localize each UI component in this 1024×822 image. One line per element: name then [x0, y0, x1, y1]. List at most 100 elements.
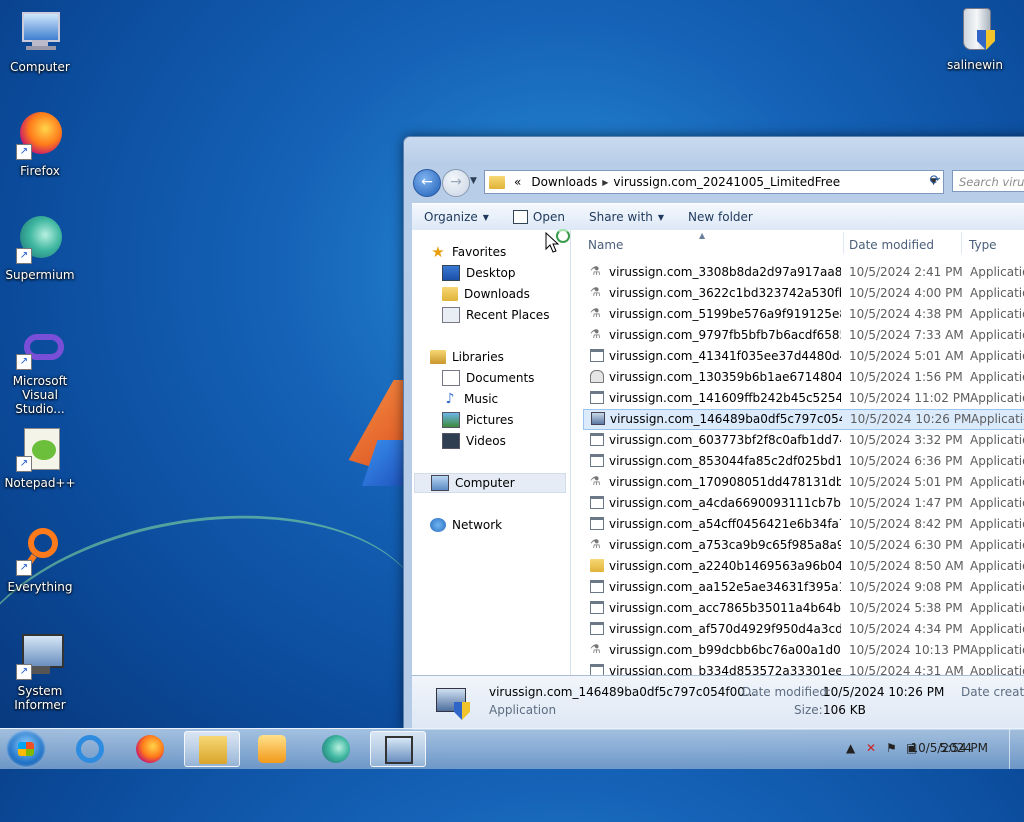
nav-computer[interactable]: Computer: [414, 473, 566, 493]
address-bar[interactable]: « Downloads ▶ virussign.com_20241005_Lim…: [484, 170, 944, 194]
refresh-button[interactable]: ⟳: [924, 170, 946, 192]
app-file-icon: [590, 454, 604, 467]
nav-libraries[interactable]: Libraries: [430, 347, 504, 367]
file-row-selected[interactable]: virussign.com_146489ba0df5c797c054f00...…: [583, 409, 1024, 430]
new-folder-label: New folder: [688, 210, 753, 224]
file-row[interactable]: virussign.com_9797fb5bfb7b6acdf65855a...…: [571, 325, 1024, 346]
file-row[interactable]: virussign.com_a2240b1469563a96b0435d... 1…: [571, 556, 1024, 577]
taskbar-windows-explorer[interactable]: [184, 731, 240, 767]
file-row[interactable]: virussign.com_af570d4929f950d4a3cd526...…: [571, 619, 1024, 640]
file-row[interactable]: virussign.com_3622c1bd323742a530fb1c... 1…: [571, 283, 1024, 304]
gear-file-icon: [590, 286, 604, 299]
app-file-icon: [590, 349, 604, 362]
clock-date[interactable]: 10/5/2024: [910, 741, 972, 755]
file-type: Application: [971, 412, 1024, 426]
desktop-icon-system-informer[interactable]: ↗ System Informer: [2, 632, 78, 712]
file-row[interactable]: virussign.com_a54cff0456421e6b34fa775...…: [571, 514, 1024, 535]
command-bar: Organize ▼ Open Share with ▼ New folder: [412, 203, 1024, 231]
desktop-icon-everything[interactable]: ↗ Everything: [2, 528, 78, 594]
shortcut-arrow-icon: ↗: [16, 664, 32, 680]
breadcrumb-current-folder[interactable]: virussign.com_20241005_LimitedFree: [608, 175, 845, 189]
forward-button[interactable]: →: [442, 169, 470, 197]
nav-downloads[interactable]: Downloads: [442, 284, 530, 304]
file-name: virussign.com_41341f035ee37d4480d4600...: [609, 349, 841, 363]
volume-muted-icon[interactable]: ✕: [866, 741, 876, 755]
file-date-modified: 10/5/2024 4:34 PM: [849, 622, 963, 636]
file-row[interactable]: virussign.com_acc7865b35011a4b64b60b... 1…: [571, 598, 1024, 619]
nav-pictures[interactable]: Pictures: [442, 410, 514, 430]
start-button[interactable]: [6, 730, 46, 768]
file-row[interactable]: virussign.com_a753ca9b9c65f985a8a9095...…: [571, 535, 1024, 556]
file-row[interactable]: virussign.com_170908051dd478131db495... 1…: [571, 472, 1024, 493]
file-list[interactable]: Name ▲ Date modified Type virussign.com_…: [571, 230, 1024, 675]
file-date-modified: 10/5/2024 1:47 PM: [849, 496, 963, 510]
show-desktop-button[interactable]: [1009, 729, 1024, 769]
breadcrumb-overflow[interactable]: «: [509, 175, 526, 189]
desktop-icon-firefox[interactable]: ↗ Firefox: [2, 112, 78, 178]
file-row[interactable]: virussign.com_130359b6b1ae6714804620... 1…: [571, 367, 1024, 388]
file-row[interactable]: virussign.com_853044fa85c2df025bd1603...…: [571, 451, 1024, 472]
nav-favorites[interactable]: ★ Favorites: [430, 242, 506, 262]
file-row[interactable]: virussign.com_b99dcbb6bc76a00a1d0694... 1…: [571, 640, 1024, 661]
music-icon: ♪: [445, 391, 455, 407]
file-row[interactable]: virussign.com_3308b8da2d97a917aa8c45... 1…: [571, 262, 1024, 283]
file-date-modified: 10/5/2024 5:38 PM: [849, 601, 963, 615]
action-center-flag-icon[interactable]: ⚑: [886, 741, 897, 755]
address-row: ← → ▼ « Downloads ▶ virussign.com_202410…: [412, 169, 1024, 197]
nav-label: Libraries: [452, 350, 504, 364]
nav-network[interactable]: Network: [430, 515, 502, 535]
column-header-type[interactable]: Type: [962, 232, 1024, 254]
back-button[interactable]: ←: [413, 169, 441, 197]
desktop-icon-label: System Informer: [14, 684, 66, 712]
file-row[interactable]: virussign.com_aa152e5ae34631f395a165f...…: [571, 577, 1024, 598]
taskbar-internet-explorer[interactable]: [62, 731, 118, 767]
taskbar-firefox[interactable]: [122, 731, 178, 767]
file-row[interactable]: virussign.com_5199be576a9f919125e8d4... 1…: [571, 304, 1024, 325]
open-button[interactable]: Open: [501, 210, 577, 224]
gear-file-icon: [590, 328, 604, 341]
breadcrumb-downloads[interactable]: Downloads: [526, 175, 602, 189]
recent-pages-dropdown[interactable]: ▼: [470, 176, 480, 186]
file-name: virussign.com_a54cff0456421e6b34fa775...: [609, 517, 841, 531]
file-name: virussign.com_603773bf2f8c0afb1dd745b...: [609, 433, 841, 447]
file-row[interactable]: virussign.com_603773bf2f8c0afb1dd745b...…: [571, 430, 1024, 451]
column-header-name[interactable]: Name: [581, 232, 844, 254]
taskbar-supermium[interactable]: [308, 731, 364, 767]
system-informer-icon: [385, 736, 413, 764]
file-row[interactable]: virussign.com_41341f035ee37d4480d4600...…: [571, 346, 1024, 367]
desktop-icon-computer[interactable]: Computer: [2, 8, 78, 74]
desktop-icon-label: Firefox: [20, 164, 60, 178]
file-type: Application: [970, 580, 1024, 594]
desktop-icon-supermium[interactable]: ↗ Supermium: [2, 216, 78, 282]
taskbar-system-informer[interactable]: [370, 731, 426, 767]
desktop-icon-salinewin[interactable]: salinewin: [937, 6, 1013, 72]
taskbar-media-player[interactable]: [244, 731, 300, 767]
explorer-window[interactable]: ← → ▼ « Downloads ▶ virussign.com_202410…: [403, 136, 1024, 730]
file-row[interactable]: virussign.com_141609ffb242b45c5254f40...…: [571, 388, 1024, 409]
desktop-icon-notepadpp[interactable]: ↗ Notepad++: [2, 424, 78, 490]
visual-studio-icon: ↗: [16, 330, 64, 370]
file-row[interactable]: virussign.com_b334d853572a33301ee916... 1…: [571, 661, 1024, 675]
new-folder-button[interactable]: New folder: [676, 210, 765, 224]
file-name: virussign.com_b334d853572a33301ee916...: [609, 664, 841, 675]
nav-videos[interactable]: Videos: [442, 431, 506, 451]
file-type: Application: [970, 349, 1024, 363]
forward-arrow-icon: →: [450, 174, 462, 190]
nav-documents[interactable]: Documents: [442, 368, 534, 388]
show-hidden-icons-chevron-icon[interactable]: ▲: [846, 741, 855, 755]
column-header-date-modified[interactable]: Date modified: [842, 232, 962, 254]
share-with-button[interactable]: Share with ▼: [577, 210, 676, 224]
search-input[interactable]: Search virussign...: [952, 170, 1024, 192]
drive-file-icon: [590, 370, 604, 383]
navigation-pane[interactable]: ★ Favorites Desktop Downloads Recent Plac…: [412, 230, 571, 675]
organize-button[interactable]: Organize ▼: [412, 210, 501, 224]
shortcut-arrow-icon: ↗: [16, 354, 32, 370]
file-name: virussign.com_9797fb5bfb7b6acdf65855a...: [609, 328, 841, 342]
system-informer-icon: ↗: [16, 632, 64, 680]
documents-icon: [442, 370, 460, 386]
desktop-icon-visual-studio[interactable]: ↗ Microsoft Visual Studio...: [2, 330, 78, 416]
nav-desktop[interactable]: Desktop: [442, 263, 516, 283]
nav-music[interactable]: ♪ Music: [442, 389, 499, 409]
nav-recent-places[interactable]: Recent Places: [442, 305, 549, 325]
file-row[interactable]: virussign.com_a4cda6690093111cb7bb20... 1…: [571, 493, 1024, 514]
